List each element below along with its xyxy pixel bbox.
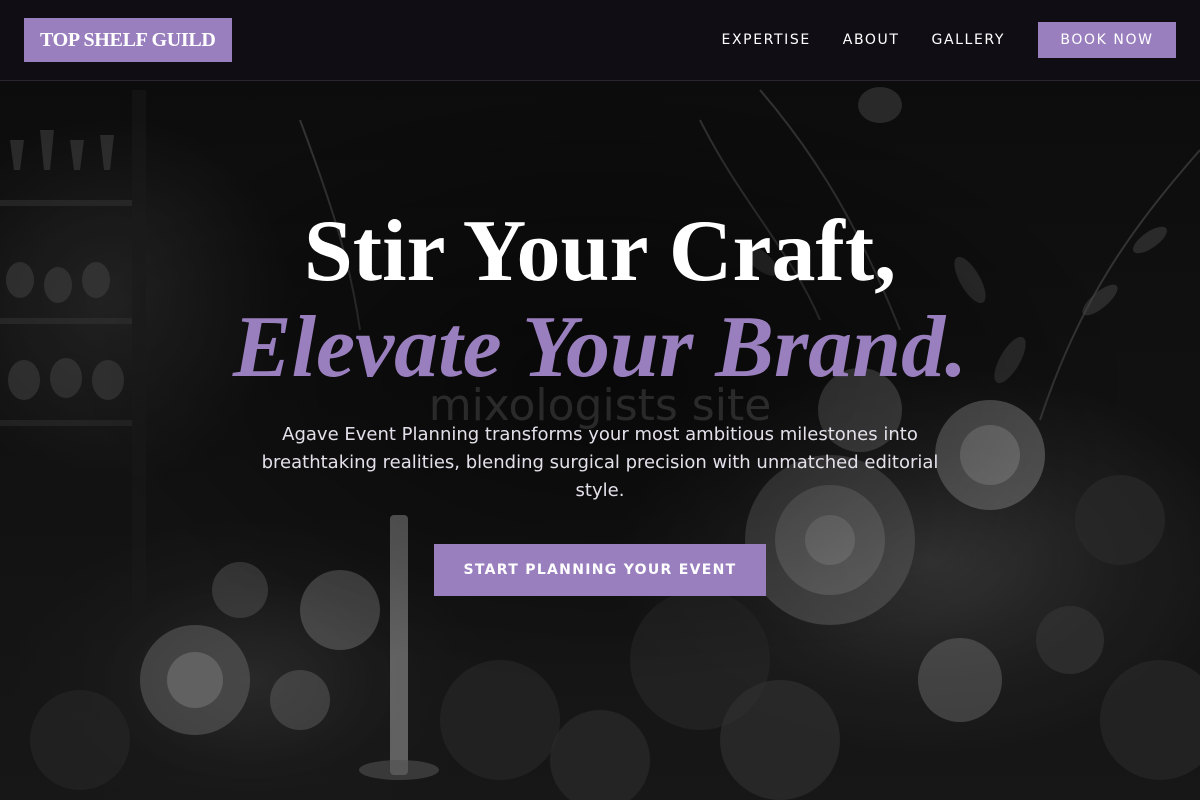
site-logo[interactable]: TOP SHELF GUILD bbox=[24, 18, 232, 62]
nav-link-expertise[interactable]: EXPERTISE bbox=[722, 32, 811, 48]
site-header: TOP SHELF GUILD EXPERTISE ABOUT GALLERY … bbox=[0, 0, 1200, 81]
start-planning-button[interactable]: START PLANNING YOUR EVENT bbox=[434, 544, 766, 596]
hero-headline-line1: Stir Your Craft, bbox=[303, 203, 897, 300]
nav-link-about[interactable]: ABOUT bbox=[843, 32, 900, 48]
book-now-button[interactable]: BOOK NOW bbox=[1038, 22, 1176, 58]
landing-page: TOP SHELF GUILD EXPERTISE ABOUT GALLERY … bbox=[0, 0, 1200, 800]
nav-link-gallery[interactable]: GALLERY bbox=[932, 32, 1005, 48]
hero-subtitle: Agave Event Planning transforms your mos… bbox=[261, 424, 939, 501]
main-nav: EXPERTISE ABOUT GALLERY BOOK NOW bbox=[722, 0, 1176, 80]
hero-watermark: mixologists site bbox=[428, 380, 772, 431]
hero-section: mixologists site Stir Your Craft, Elevat… bbox=[0, 0, 1200, 800]
